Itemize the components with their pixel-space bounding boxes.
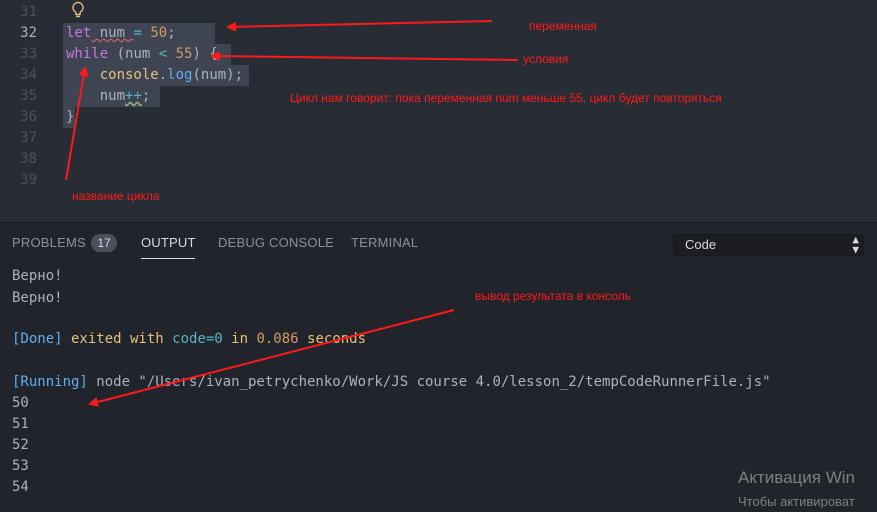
- output-number: 51: [12, 416, 29, 432]
- code-text: (num: [108, 46, 159, 62]
- line-number: 33: [20, 46, 37, 62]
- punctuation: ;: [167, 25, 176, 41]
- line-number: 36: [20, 109, 37, 125]
- active-tab-indicator: [141, 258, 195, 259]
- output-text: seconds: [298, 331, 367, 347]
- output-text: in: [222, 331, 257, 347]
- output-number: 50: [12, 395, 29, 411]
- operator: <: [158, 46, 168, 62]
- annotation-loop-name: название цикла: [72, 189, 160, 203]
- output-text: exited with: [62, 331, 173, 347]
- punctuation: .: [158, 67, 168, 83]
- activation-watermark-title: Активация Win: [738, 468, 855, 487]
- exit-code: code=0: [172, 331, 223, 347]
- code-text: ) {: [192, 46, 218, 62]
- number-literal: 50: [150, 25, 168, 41]
- line-number: 31: [20, 4, 37, 20]
- line-number: 39: [20, 172, 37, 188]
- code-line[interactable]: }: [66, 109, 74, 125]
- output-channel-value: Code: [685, 237, 717, 252]
- line-number: 38: [20, 151, 37, 167]
- output-done-line: [Done] exited with code=0 in 0.086 secon…: [12, 331, 366, 347]
- output-line: Верно!: [12, 268, 63, 284]
- output-number: 53: [12, 458, 29, 474]
- number-literal: 55: [175, 46, 193, 62]
- object-name: console: [99, 67, 159, 83]
- variable: num: [99, 88, 126, 104]
- activation-watermark-subtitle: Чтобы активироват: [738, 494, 855, 509]
- variable: num: [91, 25, 134, 41]
- tab-terminal[interactable]: TERMINAL: [351, 235, 418, 250]
- output-channel-select[interactable]: Code ▲ ▼: [673, 234, 864, 256]
- output-number: 52: [12, 437, 29, 453]
- running-tag: [Running]: [12, 374, 88, 390]
- lightbulb-icon[interactable]: [70, 1, 86, 19]
- done-tag: [Done]: [12, 331, 63, 347]
- panel-tabs: PROBLEMS 17 OUTPUT DEBUG CONSOLE TERMINA…: [0, 223, 877, 261]
- code-line[interactable]: let num = 50;: [66, 25, 176, 41]
- output-number: 54: [12, 479, 29, 495]
- annotation-variable: переменная: [529, 19, 597, 33]
- operator: ++: [125, 88, 142, 104]
- keyword: let: [66, 25, 92, 41]
- elapsed-time: 0.086: [256, 331, 299, 347]
- line-number: 32: [20, 25, 37, 41]
- tab-output[interactable]: OUTPUT: [141, 235, 196, 250]
- code-editor[interactable]: 31 32 33 34 35 36 37 38 39 let num = 50;…: [0, 0, 877, 222]
- function-name: log: [167, 67, 193, 83]
- punctuation: ;: [141, 88, 151, 104]
- code-line[interactable]: while (num < 55) {: [66, 46, 218, 62]
- tab-debug-console[interactable]: DEBUG CONSOLE: [218, 235, 334, 250]
- code-text: (num);: [192, 67, 244, 83]
- output-line: Верно!: [12, 290, 63, 306]
- line-number: 34: [20, 67, 37, 83]
- tab-problems[interactable]: PROBLEMS: [12, 235, 86, 250]
- punctuation: }: [66, 109, 75, 125]
- annotation-console-output: вывод результата в консоль: [475, 289, 631, 303]
- annotation-condition: условия: [523, 52, 569, 66]
- keyword: while: [66, 46, 109, 62]
- line-number: 35: [20, 88, 37, 104]
- annotation-explanation: Цикл нам говорит: пока переменная num ме…: [290, 91, 722, 105]
- code-line[interactable]: console.log(num);: [66, 67, 243, 83]
- operator: =: [133, 25, 142, 41]
- problems-count-badge: 17: [91, 234, 117, 252]
- output-text: node "/Users/ivan_petrychenko/Work/JS co…: [87, 374, 771, 390]
- code-line[interactable]: num++;: [66, 88, 151, 104]
- select-arrows-icon: ▲ ▼: [852, 233, 859, 256]
- line-number: 37: [20, 130, 37, 146]
- output-running-line: [Running] node "/Users/ivan_petrychenko/…: [12, 374, 771, 390]
